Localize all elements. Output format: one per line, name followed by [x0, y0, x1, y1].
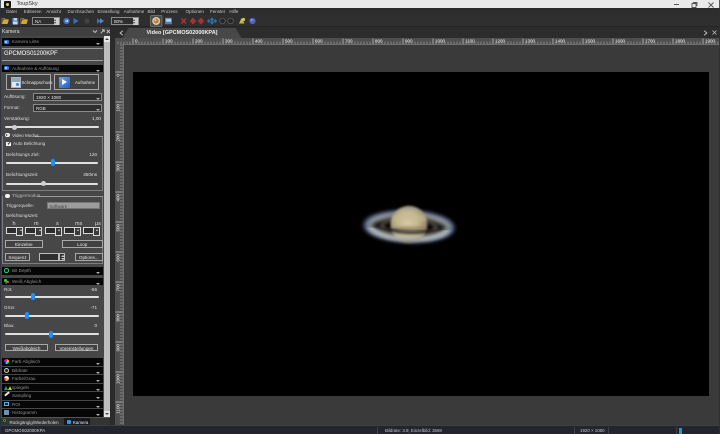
svg-text:1600: 1600	[615, 38, 626, 43]
svg-text:1700: 1700	[645, 38, 656, 43]
svg-text:1800: 1800	[675, 38, 686, 43]
svg-text:200: 200	[116, 134, 121, 142]
svg-text:700: 700	[345, 38, 353, 43]
svg-text:500: 500	[116, 224, 121, 232]
svg-text:100: 100	[116, 104, 121, 112]
svg-text:1000: 1000	[116, 374, 121, 385]
svg-text:0: 0	[135, 38, 138, 43]
svg-text:1400: 1400	[555, 38, 566, 43]
svg-text:700: 700	[116, 284, 121, 292]
svg-text:1200: 1200	[495, 38, 506, 43]
svg-text:1500: 1500	[585, 38, 596, 43]
svg-text:400: 400	[255, 38, 263, 43]
svg-text:200: 200	[195, 38, 203, 43]
svg-text:800: 800	[375, 38, 383, 43]
svg-text:1300: 1300	[525, 38, 536, 43]
svg-text:800: 800	[116, 314, 121, 322]
svg-text:900: 900	[116, 344, 121, 352]
svg-text:900: 900	[405, 38, 413, 43]
svg-text:1000: 1000	[435, 38, 446, 43]
svg-text:1100: 1100	[465, 38, 475, 43]
svg-text:1900: 1900	[705, 38, 716, 43]
svg-text:1100: 1100	[116, 404, 121, 414]
svg-text:500: 500	[285, 38, 293, 43]
svg-text:0: 0	[116, 74, 121, 77]
svg-text:600: 600	[116, 254, 121, 262]
svg-text:100: 100	[165, 38, 173, 43]
svg-text:400: 400	[116, 194, 121, 202]
svg-text:300: 300	[225, 38, 233, 43]
svg-text:300: 300	[116, 164, 121, 172]
svg-text:600: 600	[315, 38, 323, 43]
